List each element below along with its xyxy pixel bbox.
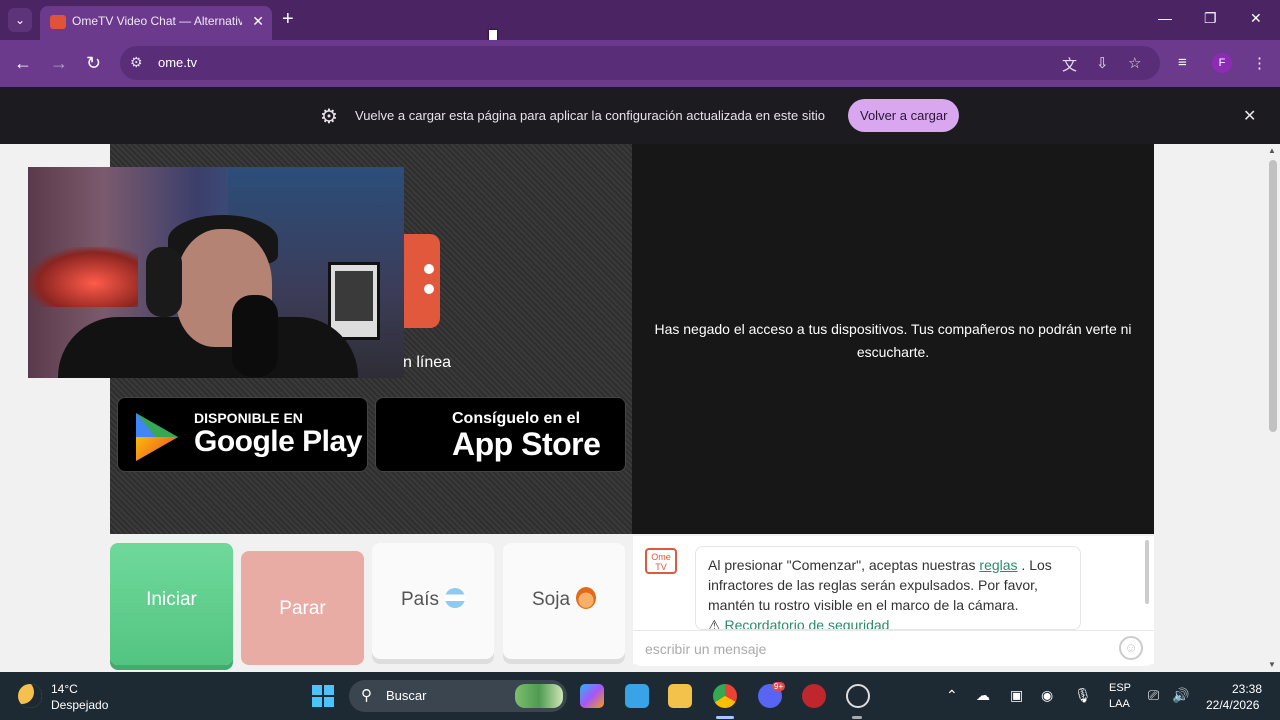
network-icon[interactable]: ⎚ [1148,687,1159,704]
active-tab[interactable]: OmeTV Video Chat — Alternativ ✕ [40,6,272,40]
scroll-up-icon[interactable]: ▲ [1268,146,1276,155]
logo-dot-top [424,264,434,274]
gpu-icon[interactable]: ▣ [1010,687,1023,704]
game-app-icon[interactable] [802,684,826,708]
webcam-overlay [28,167,404,378]
keyboard-layout[interactable]: LAA [1109,698,1130,710]
notepad-icon[interactable] [625,684,649,708]
argentina-flag-icon [445,588,466,608]
tab-close-icon[interactable]: ✕ [252,13,264,30]
media-controls-icon[interactable]: ≡ [1178,54,1187,71]
browser-toolbar: ← → ↻ ⚙ ome.tv 文 ⇩ ☆ ≡ F ⋮ [0,40,1280,87]
headset [146,247,182,317]
steam-icon[interactable]: ◉ [1041,687,1053,704]
reload-page-button[interactable]: Volver a cargar [848,99,960,132]
intro-text: Al presionar "Comenzar", aceptas nuestra… [708,557,980,573]
volume-icon[interactable]: 🔊 [1172,687,1189,704]
infobar-message: Vuelve a cargar esta página para aplicar… [355,108,825,123]
copilot-icon[interactable] [580,684,604,708]
file-explorer-icon[interactable] [668,684,692,708]
page-content: n línea DISPONIBLE EN Google Play Consíg… [0,144,1266,672]
search-icon: ⚲ [361,687,372,704]
restore-button[interactable]: ❐ [1204,10,1217,27]
reload-button[interactable]: ↻ [86,53,101,74]
clock-date[interactable]: 22/4/2026 [1206,698,1259,712]
keyboard-language[interactable]: ESP [1109,682,1131,694]
logo-dot-bottom [424,284,434,294]
scroll-down-icon[interactable]: ▼ [1268,660,1276,669]
clock-time[interactable]: 23:38 [1232,682,1262,696]
microphone-icon[interactable]: 🎙 [1074,687,1092,704]
site-settings-icon[interactable]: ⚙ [130,54,143,71]
microphone [232,295,278,377]
ometv-favicon-icon [50,15,66,29]
profile-avatar[interactable]: F [1212,53,1232,73]
woman-emoji-icon [576,587,597,609]
menu-kebab-icon[interactable]: ⋮ [1252,54,1267,72]
gear-icon: ⚙ [320,106,338,128]
search-label: Buscar [386,688,427,703]
new-tab-button[interactable]: + [282,8,294,30]
tab-title: OmeTV Video Chat — Alternativ [72,14,242,28]
app-store-button[interactable]: Consíguelo en el App Store [375,397,626,472]
onedrive-icon[interactable]: ☁ [976,687,990,704]
scrollbar-thumb[interactable] [1269,160,1277,432]
online-count-text: n línea [403,354,452,371]
windows-taskbar: 14°C Despejado ⚲ Buscar 9+ ⌃ ☁ ▣ ◉ 🎙 ESP… [0,672,1280,720]
translate-icon[interactable]: 文 [1062,54,1077,75]
google-play-button[interactable]: DISPONIBLE EN Google Play [117,397,368,472]
country-filter-button[interactable]: País [372,543,494,659]
obs-indicator [852,716,862,719]
gender-filter-button[interactable]: Soja [503,543,625,659]
tab-search-button[interactable]: ⌄ [8,8,32,32]
obs-icon[interactable] [846,684,870,708]
system-message: Al presionar "Comenzar", aceptas nuestra… [695,546,1081,630]
gender-label: Soja [531,589,571,610]
windows-start-icon[interactable] [312,685,334,707]
weather-condition[interactable]: Despejado [51,698,108,712]
search-highlight-image [515,684,563,708]
page-scrollbar[interactable]: ▲ ▼ [1266,144,1280,672]
bookmark-star-icon[interactable]: ☆ [1128,54,1141,72]
chat-input[interactable]: escribir un mensaje ☺ [633,630,1154,666]
app-store-big-text: App Store [452,426,601,462]
google-play-small-text: DISPONIBLE EN [194,410,303,426]
browser-tab-bar: ⌄ OmeTV Video Chat — Alternativ ✕ + — ❐ … [0,0,1280,40]
show-hidden-icons[interactable]: ⌃ [946,687,958,704]
partner-notice: Has negado el acceso a tus dispositivos.… [654,321,1132,360]
stop-button[interactable]: Parar [241,551,364,665]
chrome-active-indicator [716,716,734,719]
country-label: País [400,589,440,610]
wall-poster [328,262,380,340]
emoji-picker-icon[interactable]: ☺ [1119,636,1143,660]
partner-video-panel: Has negado el acceso a tus dispositivos.… [632,144,1154,534]
moon-weather-icon[interactable] [18,684,42,708]
warning-icon: ⚠ [708,617,721,630]
google-play-big-text: Google Play [194,425,362,458]
close-infobar-icon[interactable]: ✕ [1243,106,1256,126]
forward-button[interactable]: → [50,53,68,74]
safety-reminder-link[interactable]: Recordatorio de seguridad [724,617,889,629]
chrome-icon[interactable] [713,684,737,708]
ometv-logo [404,234,440,328]
install-app-icon[interactable]: ⇩ [1096,54,1109,72]
temperature[interactable]: 14°C [51,682,78,696]
chat-scrollbar[interactable] [1145,540,1149,604]
reload-infobar: ⚙ Vuelve a cargar esta página para aplic… [0,87,1280,144]
taskbar-search[interactable]: ⚲ Buscar [349,680,567,712]
close-window-button[interactable]: ✕ [1250,10,1262,27]
ometv-chat-logo: Ome TV [645,548,677,574]
address-bar[interactable]: ⚙ ome.tv 文 ⇩ ☆ [120,46,1160,80]
url-text[interactable]: ome.tv [158,55,197,70]
chat-input-placeholder: escribir un mensaje [645,641,767,657]
minimize-button[interactable]: — [1158,10,1172,26]
discord-badge: 9+ [772,682,786,691]
back-button[interactable]: ← [14,53,32,74]
start-button[interactable]: Iniciar [110,543,233,665]
rules-link[interactable]: reglas [979,557,1017,573]
